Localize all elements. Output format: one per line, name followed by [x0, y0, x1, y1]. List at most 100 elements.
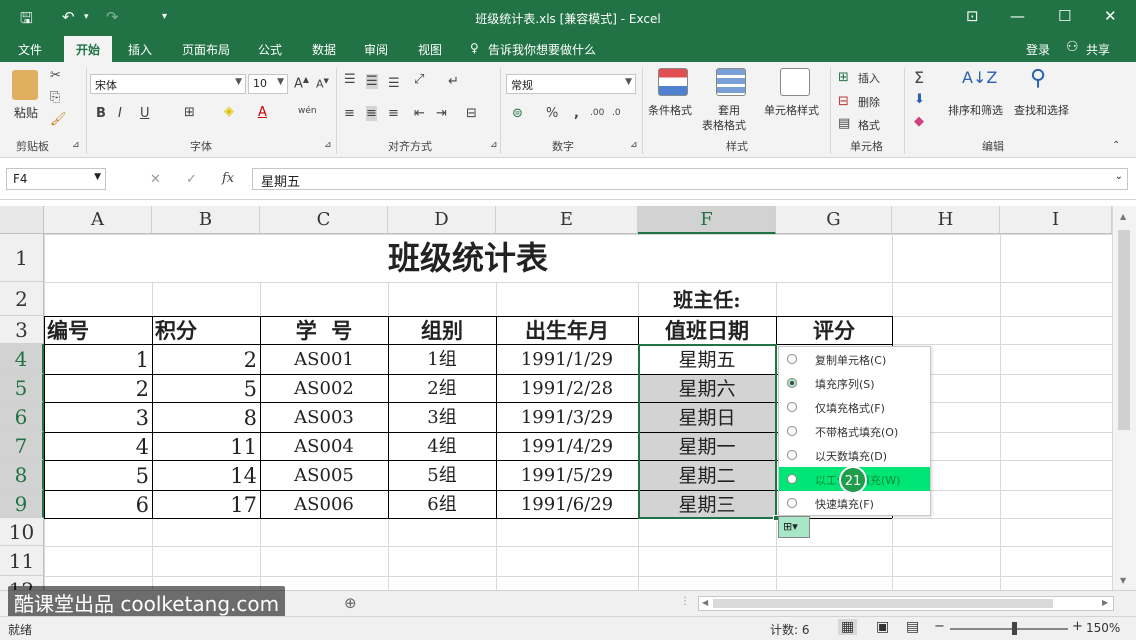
sort-filter-icon[interactable]: A↓Z	[962, 68, 997, 87]
align-middle-icon[interactable]: ☰	[366, 74, 378, 89]
column-header-e[interactable]: E	[496, 206, 638, 234]
orientation-icon[interactable]: ⤢	[414, 72, 424, 87]
cut-icon[interactable]: ✂	[50, 68, 61, 83]
align-center-icon[interactable]: ≡	[366, 106, 377, 121]
data-cell[interactable]: 1991/4/29	[499, 432, 635, 460]
data-cell[interactable]: 1991/5/29	[499, 460, 635, 490]
conditional-format-button[interactable]: 条件格式	[648, 102, 692, 118]
data-cell[interactable]: 3	[47, 402, 149, 432]
autofill-option-2[interactable]: 仅填充格式(F)	[779, 395, 930, 419]
header-cell[interactable]: 积分	[155, 316, 257, 344]
ribbon-display-icon[interactable]: ⊡	[966, 7, 979, 25]
data-cell[interactable]: AS002	[263, 374, 385, 402]
comma-icon[interactable]: ,	[574, 106, 579, 121]
autofill-option-0[interactable]: 复制单元格(C)	[779, 347, 930, 371]
select-all-corner[interactable]	[0, 206, 44, 234]
conditional-format-icon[interactable]	[658, 68, 688, 96]
zoom-out-icon[interactable]: −	[934, 619, 945, 634]
wrap-text-icon[interactable]: ↵	[448, 74, 459, 89]
data-cell[interactable]: 1991/2/28	[499, 374, 635, 402]
add-sheet-icon[interactable]: ⊕	[344, 594, 357, 612]
data-cell[interactable]: 6	[47, 490, 149, 518]
data-cell[interactable]: AS004	[263, 432, 385, 460]
data-cell[interactable]: 3组	[391, 402, 493, 432]
page-break-view-icon[interactable]: ▤	[906, 619, 919, 635]
row-header-9[interactable]: 9	[0, 490, 44, 518]
font-name-combo[interactable]: 宋体 ▼	[90, 74, 246, 94]
data-cell[interactable]: 14	[155, 460, 257, 490]
italic-icon[interactable]: I	[118, 106, 122, 121]
format-as-table-button-line2[interactable]: 表格格式	[702, 117, 746, 133]
column-header-c[interactable]: C	[260, 206, 388, 234]
column-header-a[interactable]: A	[44, 206, 152, 234]
data-cell[interactable]: 6组	[391, 490, 493, 518]
h-scroll-thumb[interactable]	[713, 599, 1053, 608]
phonetic-icon[interactable]: wén	[298, 106, 317, 116]
worksheet-grid[interactable]: ▲ ▼ A B C D E F G H I 1 2 3 4 5 6 7 8 9 10 11 12 班级统计表 班主任: 编号积…	[0, 206, 1136, 590]
zoom-slider-handle[interactable]	[1012, 622, 1017, 635]
zoom-in-icon[interactable]: +	[1072, 619, 1083, 634]
find-select-icon[interactable]: ⚲	[1030, 66, 1046, 91]
column-header-i[interactable]: I	[1000, 206, 1112, 234]
column-header-b[interactable]: B	[152, 206, 260, 234]
vertical-scrollbar[interactable]: ▲ ▼	[1112, 206, 1136, 590]
tab-view[interactable]: 视图	[418, 41, 442, 58]
underline-icon[interactable]: U	[140, 106, 150, 121]
clipboard-launcher-icon[interactable]: ⊿	[72, 140, 80, 150]
bold-icon[interactable]: B	[96, 106, 106, 121]
scroll-right-icon[interactable]: ▶	[1102, 598, 1108, 607]
data-cell[interactable]: 1991/3/29	[499, 402, 635, 432]
insert-function-icon[interactable]: fx	[222, 171, 234, 186]
data-cell[interactable]: 1组	[391, 344, 493, 374]
data-cell[interactable]: 5	[155, 374, 257, 402]
borders-icon[interactable]: ⊞	[184, 105, 195, 120]
data-cell[interactable]: 1991/6/29	[499, 490, 635, 518]
align-left-icon[interactable]: ≡	[344, 106, 355, 121]
autofill-option-4[interactable]: 以天数填充(D)	[779, 443, 930, 467]
data-cell[interactable]: 1991/1/29	[499, 344, 635, 374]
autofill-option-3[interactable]: 不带格式填充(O)	[779, 419, 930, 443]
name-box[interactable]: F4 ▼	[6, 168, 106, 190]
insert-cells-button[interactable]: 插入	[858, 70, 880, 86]
data-cell[interactable]: 4组	[391, 432, 493, 460]
number-launcher-icon[interactable]: ⊿	[630, 140, 638, 150]
scroll-thumb[interactable]	[1118, 230, 1130, 430]
column-header-d[interactable]: D	[388, 206, 496, 234]
data-cell[interactable]: 8	[155, 402, 257, 432]
header-cell[interactable]: 组别	[391, 316, 493, 344]
column-header-f[interactable]: F	[638, 206, 776, 234]
column-header-g[interactable]: G	[776, 206, 892, 234]
zoom-slider[interactable]	[950, 628, 1068, 630]
scroll-left-icon[interactable]: ◀	[702, 598, 708, 607]
data-cell[interactable]: 2	[47, 374, 149, 402]
normal-view-icon[interactable]: ▦	[838, 619, 858, 635]
row-header-2[interactable]: 2	[0, 282, 44, 316]
data-cell[interactable]: 17	[155, 490, 257, 518]
data-cell[interactable]: 11	[155, 432, 257, 460]
data-cell[interactable]: 5组	[391, 460, 493, 490]
cell-styles-icon[interactable]	[780, 68, 810, 96]
data-cell[interactable]: AS003	[263, 402, 385, 432]
format-cells-button[interactable]: 格式	[858, 117, 880, 133]
data-cell[interactable]: 5	[47, 460, 149, 490]
font-launcher-icon[interactable]: ⊿	[324, 140, 332, 150]
header-cell[interactable]: 编号	[47, 316, 149, 344]
row-header-8[interactable]: 8	[0, 460, 44, 490]
header-cell[interactable]: 学 号	[263, 316, 385, 344]
align-right-icon[interactable]: ≡	[388, 106, 399, 121]
row-header-4[interactable]: 4	[0, 344, 44, 374]
merge-center-icon[interactable]: ⊟	[466, 106, 477, 121]
tab-home[interactable]: 开始	[64, 36, 113, 62]
horizontal-scrollbar[interactable]: ◀ ▶	[698, 596, 1114, 611]
autosum-icon[interactable]: Σ	[914, 68, 924, 87]
fill-color-icon[interactable]: ◈	[224, 104, 234, 119]
copy-icon[interactable]: ⎘	[50, 90, 60, 105]
header-cell[interactable]: 出生年月	[499, 316, 635, 344]
expand-formula-icon[interactable]: ⌄	[1115, 171, 1123, 182]
insert-cells-icon[interactable]: ⊞	[838, 70, 849, 85]
tab-review[interactable]: 审阅	[364, 41, 388, 58]
row-header-6[interactable]: 6	[0, 402, 44, 432]
cancel-icon[interactable]: ✕	[150, 172, 161, 187]
tab-formulas[interactable]: 公式	[258, 41, 282, 58]
decrease-indent-icon[interactable]: ⇤	[414, 106, 425, 121]
